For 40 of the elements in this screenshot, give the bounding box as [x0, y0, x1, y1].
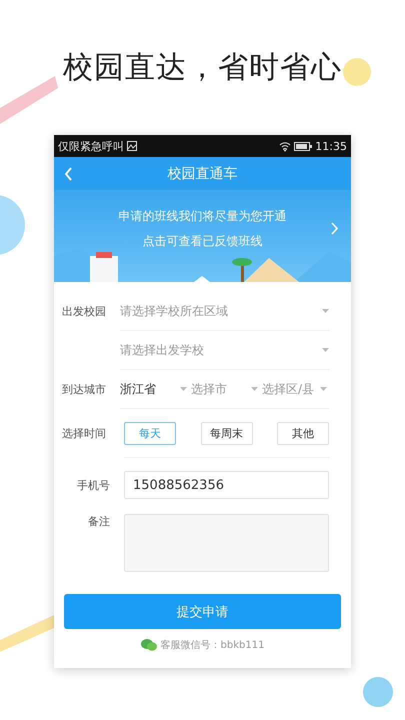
banner-text: 点击可查看已反馈班线 — [142, 233, 262, 250]
field-label: 备注 — [87, 514, 111, 529]
battery-icon — [294, 142, 312, 150]
dot-decoration — [343, 58, 371, 86]
back-icon[interactable] — [64, 166, 74, 180]
wechat-id-text: 客服微信号：bbkb111 — [160, 638, 264, 652]
dropdown-field[interactable]: 请选择出发学校 — [120, 342, 204, 358]
carrier-text: 仅限紧急呼叫 — [58, 138, 124, 154]
clock-text: 11:35 — [315, 140, 347, 152]
caret-icon — [322, 348, 329, 352]
submit-button[interactable]: 提交申请 — [64, 594, 341, 629]
chat-bubbles-icon — [140, 639, 157, 651]
chevron-right-icon[interactable] — [331, 222, 339, 235]
headline: 校园直达，省时省心 — [63, 50, 342, 86]
dropdown-field[interactable]: 选择区/县 — [262, 380, 314, 398]
banner[interactable]: 申请的班线我们将尽量为您开通 点击可查看已反馈班线 — [54, 190, 351, 282]
caret-icon — [251, 387, 258, 391]
image-icon — [127, 141, 137, 151]
time-option-button[interactable]: 每天 — [124, 422, 176, 444]
caret-icon — [180, 387, 187, 391]
notes-input-field[interactable] — [124, 514, 329, 572]
dropdown-field[interactable]: 浙江省 — [120, 380, 156, 398]
screen-title: 校园直通车 — [166, 164, 238, 182]
time-option-button[interactable]: 每周末 — [200, 422, 252, 444]
field-label: 手机号 — [76, 478, 111, 492]
banner-text: 申请的班线我们将尽量为您开通 — [118, 208, 286, 225]
field-label: 出发校园 — [62, 304, 107, 319]
wifi-icon — [279, 140, 292, 152]
caret-icon — [322, 309, 329, 313]
field-label: 到达城市 — [62, 382, 107, 397]
field-label: 选择时间 — [62, 426, 107, 441]
dot-decoration — [363, 677, 393, 707]
stripe-decoration — [0, 615, 54, 652]
dropdown-field[interactable]: 请选择学校所在区域 — [120, 302, 228, 320]
phone-input-field[interactable]: 15088562356 — [124, 471, 329, 499]
stripe-decoration — [0, 76, 58, 124]
time-option-button[interactable]: 其他 — [277, 422, 329, 444]
caret-icon — [320, 387, 328, 391]
dot-decoration — [0, 195, 25, 255]
dropdown-field[interactable]: 选择市 — [191, 380, 227, 398]
